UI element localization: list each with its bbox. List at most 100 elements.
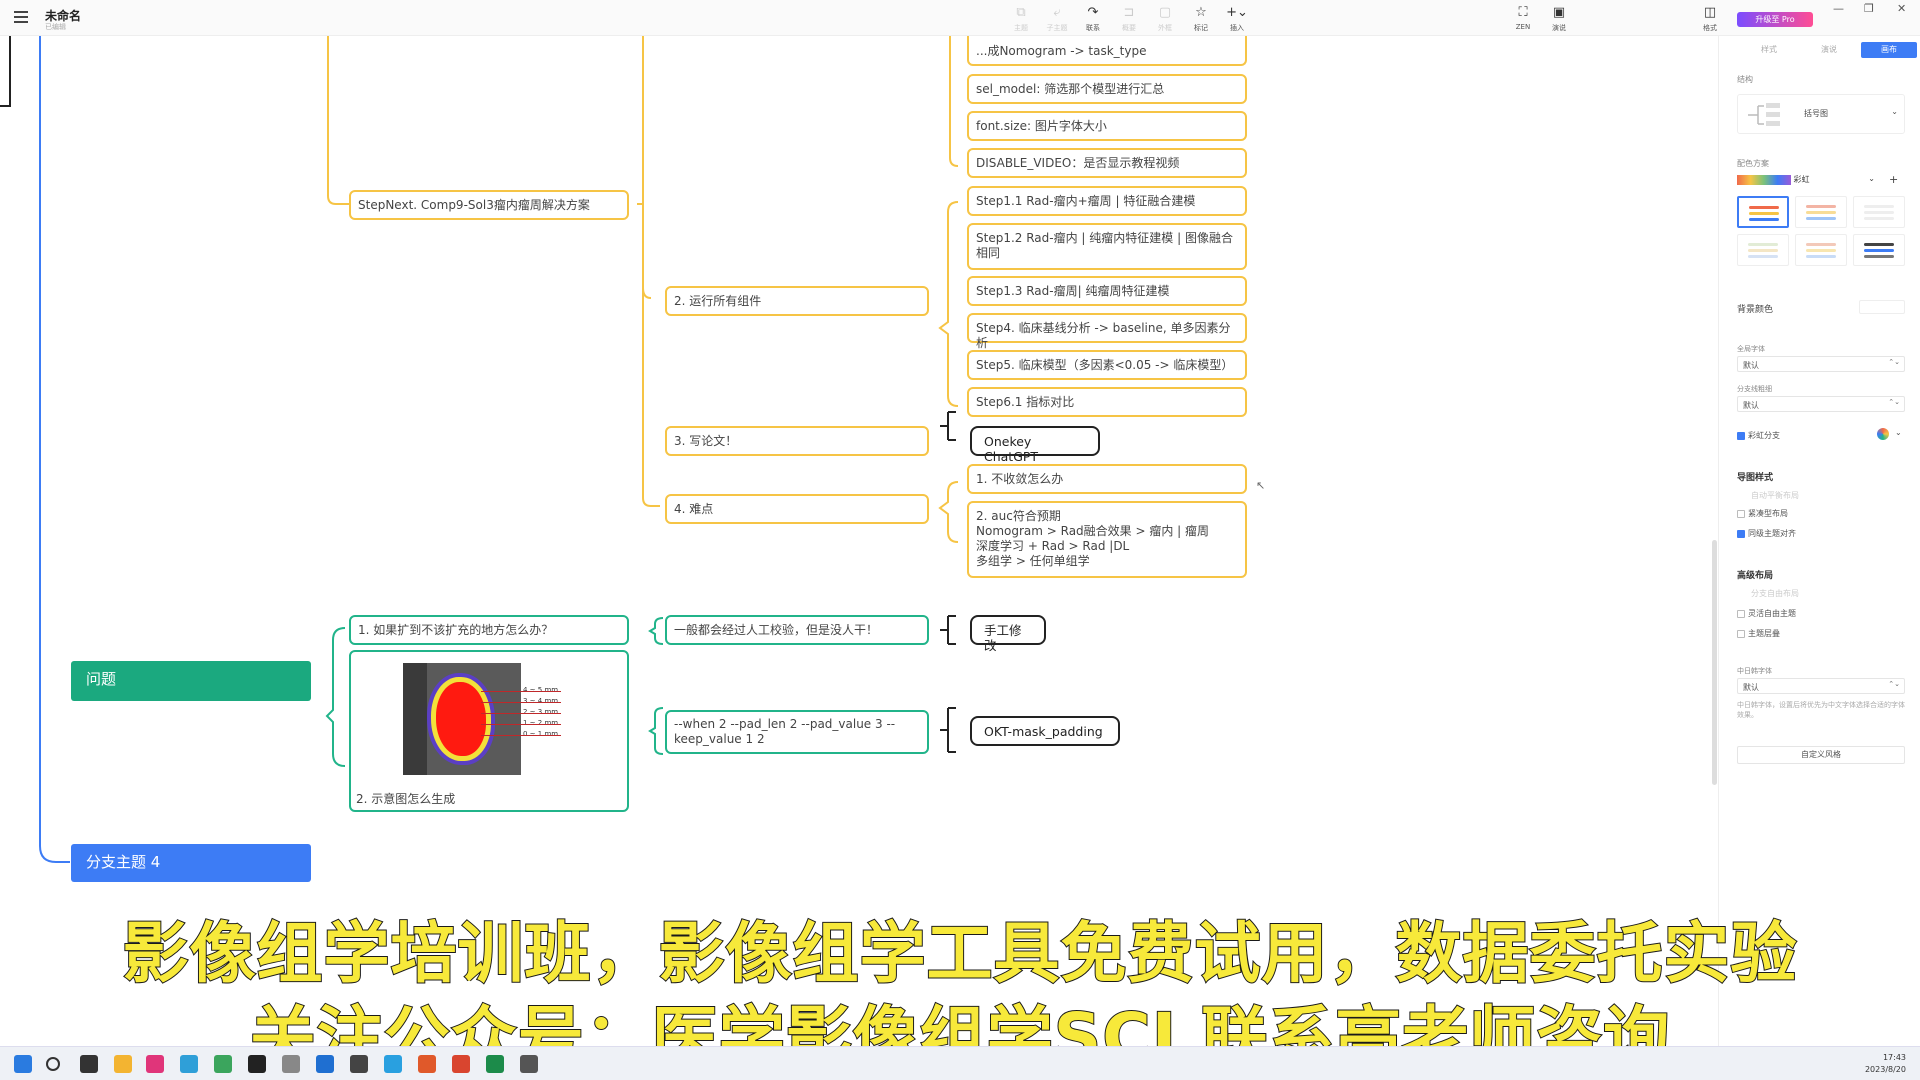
- toolbar-insert-button[interactable]: +⌄ 插入: [1222, 5, 1252, 33]
- present-icon: ▣: [1552, 5, 1566, 20]
- theme-option[interactable]: [1737, 196, 1789, 228]
- tab-style[interactable]: 样式: [1741, 42, 1797, 58]
- relation-icon: ↷: [1087, 5, 1099, 20]
- marker-icon: ☆: [1195, 5, 1207, 20]
- excel-icon[interactable]: [486, 1055, 504, 1073]
- toolbar-summary-button[interactable]: ⊐ 概要: [1114, 5, 1144, 33]
- align-same-level-checkbox[interactable]: 同级主题对齐: [1737, 528, 1796, 539]
- mindmap-canvas[interactable]: ...成Nomogram -> task_type sel_model: 筛选那…: [0, 36, 1718, 1046]
- app-bird-icon[interactable]: [180, 1055, 198, 1073]
- present-button[interactable]: ▣ 演说: [1544, 5, 1574, 33]
- map-style-title: 导图样式: [1737, 473, 1774, 483]
- free-topic-checkbox[interactable]: 灵活自由主题: [1737, 608, 1796, 619]
- advanced-layout-title: 高级布局: [1737, 571, 1774, 581]
- windows-start-icon[interactable]: [14, 1055, 32, 1073]
- node-stepnext[interactable]: StepNext. Comp9-Sol3瘤内瘤周解决方案: [349, 190, 629, 220]
- title-bar: 未命名 已编辑 ⧉ 主题 ⤶ 子主题 ↷ 联系 ⊐ 概要 ▢ 外框 ☆ 标记 +…: [0, 0, 1920, 36]
- custom-style-button[interactable]: 自定义风格: [1737, 746, 1905, 764]
- settings-icon[interactable]: [282, 1055, 300, 1073]
- summary-icon: ⊐: [1123, 5, 1135, 20]
- toolbar-relation-button[interactable]: ↷ 联系: [1078, 5, 1108, 33]
- connector-lines: [0, 36, 959, 863]
- topic-overlap-checkbox[interactable]: 主题层叠: [1737, 628, 1780, 639]
- theme-option[interactable]: [1853, 234, 1905, 266]
- zen-mode-button[interactable]: ⛶ ZEN: [1508, 5, 1538, 31]
- compact-layout-checkbox[interactable]: 紧凑型布局: [1737, 508, 1788, 519]
- bg-color-label: 背景颜色: [1737, 305, 1774, 315]
- node-q1-overexpand[interactable]: 1. 如果扩到不该扩充的地方怎么办？: [349, 615, 629, 645]
- node-run-all[interactable]: 2. 运行所有组件: [665, 286, 929, 316]
- panel-tabs: 样式 演说 画布: [1741, 42, 1920, 58]
- chrome-icon[interactable]: [214, 1055, 232, 1073]
- upgrade-pro-button[interactable]: 升级至 Pro: [1737, 12, 1813, 27]
- node-okt-mask-padding[interactable]: OKT-mask_padding: [970, 716, 1120, 746]
- rainbow-color-icon[interactable]: [1877, 428, 1889, 440]
- theme-option[interactable]: [1853, 196, 1905, 228]
- topic-branch-4[interactable]: 分支主题 4: [71, 844, 311, 882]
- app-pointer-icon[interactable]: [146, 1055, 164, 1073]
- node-mask-padding-cmd[interactable]: --when 2 --pad_len 2 --pad_value 3 -- ke…: [665, 710, 929, 754]
- app-orange-icon[interactable]: [418, 1055, 436, 1073]
- branch-line-select[interactable]: 默认: [1737, 396, 1905, 412]
- insert-icon: +⌄: [1226, 5, 1248, 20]
- rainbow-branch-checkbox[interactable]: 彩虹分支: [1737, 430, 1780, 441]
- node-disable-video[interactable]: DISABLE_VIDEO：是否显示教程视频: [967, 148, 1247, 178]
- theme-option[interactable]: [1737, 234, 1789, 266]
- toolbar-topic-button[interactable]: ⧉ 主题: [1006, 5, 1036, 33]
- node-step1-1[interactable]: Step1.1 Rad-瘤内+瘤周 | 特征融合建模: [967, 186, 1247, 216]
- canvas-scrollbar[interactable]: [1712, 540, 1717, 785]
- node-q2-schematic[interactable]: 4 ~ 5 mm 3 ~ 4 mm 2 ~ 3 mm 1 ~ 2 mm 0 ~ …: [349, 650, 629, 812]
- app-blue-icon[interactable]: [316, 1055, 334, 1073]
- node-auc-expected[interactable]: 2. auc符合预期 Nomogram > Rad融合效果 > 瘤内 | 瘤周 …: [967, 501, 1247, 578]
- cjk-font-select[interactable]: 默认: [1737, 678, 1905, 694]
- theme-option[interactable]: [1795, 234, 1847, 266]
- topic-issues[interactable]: 问题: [71, 661, 311, 701]
- advanced-hint: 分支自由布局: [1751, 589, 1799, 598]
- toolbar-child-topic-button[interactable]: ⤶ 子主题: [1042, 5, 1072, 33]
- app-cyan-icon[interactable]: [384, 1055, 402, 1073]
- node-manual-fix[interactable]: 手工修改: [970, 615, 1046, 653]
- format-panel-toggle[interactable]: ◫ 格式: [1695, 5, 1725, 33]
- node-step6-1[interactable]: Step6.1 指标对比: [967, 387, 1247, 417]
- tab-present[interactable]: 演说: [1801, 42, 1857, 58]
- node-onekey-chatgpt[interactable]: Onekey ChatGPT: [970, 426, 1100, 464]
- node-step5[interactable]: Step5. 临床模型（多因素<0.05 -> 临床模型）: [967, 350, 1247, 380]
- node-step4[interactable]: Step4. 临床基线分析 -> baseline, 单多因素分析: [967, 313, 1247, 350]
- structure-select[interactable]: 括号图 ⌄: [1737, 94, 1905, 134]
- node-q1-answer[interactable]: 一般都会经过人工校验，但是没人干！: [665, 615, 929, 645]
- minimize-icon[interactable]: —: [1833, 2, 1844, 15]
- legend-mm-label: 0 ~ 1 mm: [480, 727, 562, 742]
- branch-line-label: 分支线粗细: [1737, 385, 1772, 393]
- cjk-font-note: 中日韩字体，设置后将优先为中文字体选择合适的字体效果。: [1737, 701, 1905, 719]
- task-view-icon[interactable]: [80, 1055, 98, 1073]
- app-gray-icon[interactable]: [520, 1055, 538, 1073]
- node-step1-2[interactable]: Step1.2 Rad-瘤内 | 纯瘤内特征建模 | 图像融合 相同: [967, 223, 1247, 270]
- file-explorer-icon[interactable]: [114, 1055, 132, 1073]
- restore-icon[interactable]: ❐: [1864, 2, 1874, 15]
- add-scheme-icon[interactable]: +: [1889, 173, 1898, 186]
- taskbar-clock[interactable]: 17:43 2023/8/20: [1865, 1052, 1906, 1076]
- chevron-down-icon: ⌄: [1868, 174, 1875, 183]
- toolbar-boundary-button[interactable]: ▢ 外框: [1150, 5, 1180, 33]
- chevron-down-icon[interactable]: ⌄: [1895, 428, 1902, 437]
- theme-option[interactable]: [1795, 196, 1847, 228]
- global-font-select[interactable]: 默认: [1737, 356, 1905, 372]
- toolbar-marker-button[interactable]: ☆ 标记: [1186, 5, 1216, 33]
- tab-canvas[interactable]: 画布: [1861, 42, 1917, 58]
- node-step1-3[interactable]: Step1.3 Rad-瘤周| 纯瘤周特征建模: [967, 276, 1247, 306]
- app-dark-icon[interactable]: [350, 1055, 368, 1073]
- node-task-type[interactable]: ...成Nomogram -> task_type: [967, 36, 1247, 66]
- color-scheme-select[interactable]: 彩虹 ⌄: [1737, 174, 1877, 190]
- app-red-icon[interactable]: [452, 1055, 470, 1073]
- terminal-icon[interactable]: [248, 1055, 266, 1073]
- node-sel-model[interactable]: sel_model: 筛选那个模型进行汇总: [967, 74, 1247, 104]
- node-font-size[interactable]: font.size: 图片字体大小: [967, 111, 1247, 141]
- close-icon[interactable]: ✕: [1897, 2, 1906, 15]
- node-difficulty[interactable]: 4. 难点: [665, 494, 929, 524]
- node-write-paper[interactable]: 3. 写论文！: [665, 426, 929, 456]
- structure-label: 结构: [1737, 75, 1753, 84]
- hamburger-menu-icon[interactable]: [14, 11, 28, 23]
- search-icon[interactable]: [46, 1057, 60, 1071]
- bg-color-swatch[interactable]: [1859, 300, 1905, 314]
- node-not-converge[interactable]: 1. 不收敛怎么办: [967, 464, 1247, 494]
